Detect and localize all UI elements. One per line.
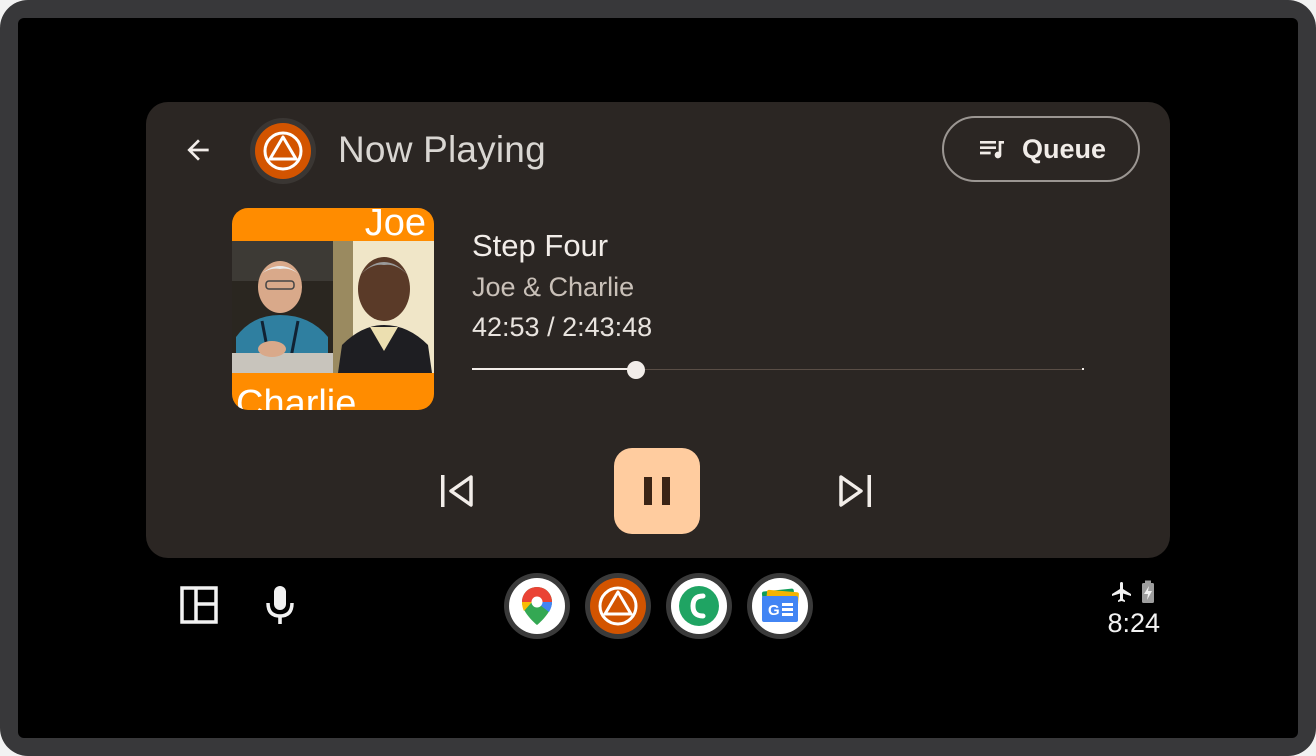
airplane-mode-icon: [1112, 582, 1131, 602]
dock-current-app[interactable]: [585, 573, 651, 639]
voice-assistant-button[interactable]: [255, 580, 305, 630]
skip-previous-icon: [441, 475, 473, 507]
google-maps-icon: [509, 578, 565, 634]
pause-icon: [644, 477, 670, 505]
dock-news[interactable]: G: [747, 573, 813, 639]
progress-slider[interactable]: [472, 360, 1084, 380]
album-art-top-text: Joe: [364, 208, 426, 240]
phone-app-icon: [671, 578, 727, 634]
battery-charging-icon: [1142, 580, 1154, 603]
skip-next-icon: [839, 475, 871, 507]
track-artist: Joe & Charlie: [472, 272, 635, 302]
progress-end-marker: [1082, 368, 1084, 370]
microphone-icon: [266, 586, 294, 624]
app-triangle-icon: [590, 578, 646, 634]
device-frame: Now Playing Queue Joe Charlie Step Four …: [0, 0, 1316, 756]
car-display: Now Playing Queue Joe Charlie Step Four …: [18, 18, 1298, 738]
album-art: Joe Charlie: [232, 208, 434, 410]
track-title: Step Four: [472, 228, 609, 263]
google-news-icon: G: [752, 578, 808, 634]
progress-thumb[interactable]: [627, 361, 646, 379]
dock-phone[interactable]: [666, 573, 732, 639]
svg-text:G: G: [768, 602, 780, 619]
dock-maps[interactable]: [504, 573, 570, 639]
queue-button[interactable]: Queue: [942, 116, 1140, 182]
app-logo: [250, 118, 316, 184]
queue-label: Queue: [1021, 133, 1107, 164]
status-clock: 8:24: [1107, 608, 1160, 638]
skip-next-button[interactable]: [812, 448, 898, 534]
album-art-bottom-text: Charlie: [236, 383, 357, 410]
arrow-back-icon: [187, 139, 209, 161]
skip-previous-button[interactable]: [414, 448, 500, 534]
pause-button[interactable]: [614, 448, 700, 534]
progress-fill: [472, 368, 637, 370]
back-button[interactable]: [174, 126, 222, 174]
status-icons: [1100, 580, 1156, 604]
app-triangle-icon: [255, 123, 311, 179]
page-title: Now Playing: [338, 129, 546, 170]
queue-music-icon: [979, 141, 1004, 159]
now-playing-card: Now Playing Queue Joe Charlie Step Four …: [146, 102, 1170, 558]
album-art-photo: [232, 241, 434, 373]
dashboard-icon: [180, 586, 218, 624]
track-time: 42:53 / 2:43:48: [472, 312, 653, 342]
dashboard-button[interactable]: [174, 580, 224, 630]
